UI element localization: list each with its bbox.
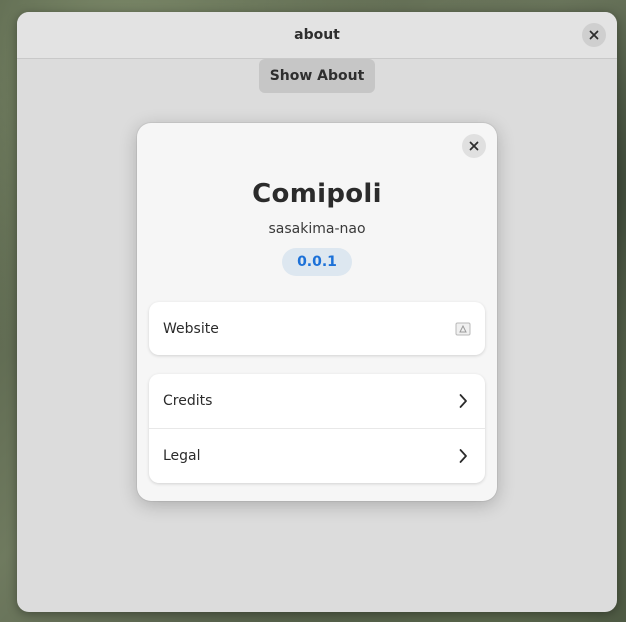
links-card: Credits Legal	[149, 374, 485, 483]
credits-label: Credits	[163, 393, 213, 409]
legal-row[interactable]: Legal	[149, 428, 485, 483]
app-window: about Show About Comipoli sasakima-nao 0…	[17, 12, 617, 612]
external-link-icon	[455, 321, 471, 337]
website-row[interactable]: Website	[149, 302, 485, 355]
about-dialog: Comipoli sasakima-nao 0.0.1 Website Cred…	[137, 123, 497, 501]
legal-label: Legal	[163, 448, 201, 464]
header-bar: about	[17, 12, 617, 59]
window-close-button[interactable]	[582, 23, 606, 47]
dialog-close-button[interactable]	[462, 134, 486, 158]
show-about-button[interactable]: Show About	[259, 59, 375, 93]
website-label: Website	[163, 321, 219, 337]
chevron-right-icon	[455, 448, 471, 464]
version-badge[interactable]: 0.0.1	[282, 248, 352, 276]
developer-name: sasakima-nao	[268, 221, 366, 237]
chevron-right-icon	[455, 393, 471, 409]
website-card: Website	[149, 302, 485, 355]
window-title: about	[294, 27, 340, 43]
close-icon	[469, 141, 479, 151]
app-name: Comipoli	[252, 179, 382, 209]
close-icon	[589, 30, 599, 40]
credits-row[interactable]: Credits	[149, 374, 485, 428]
